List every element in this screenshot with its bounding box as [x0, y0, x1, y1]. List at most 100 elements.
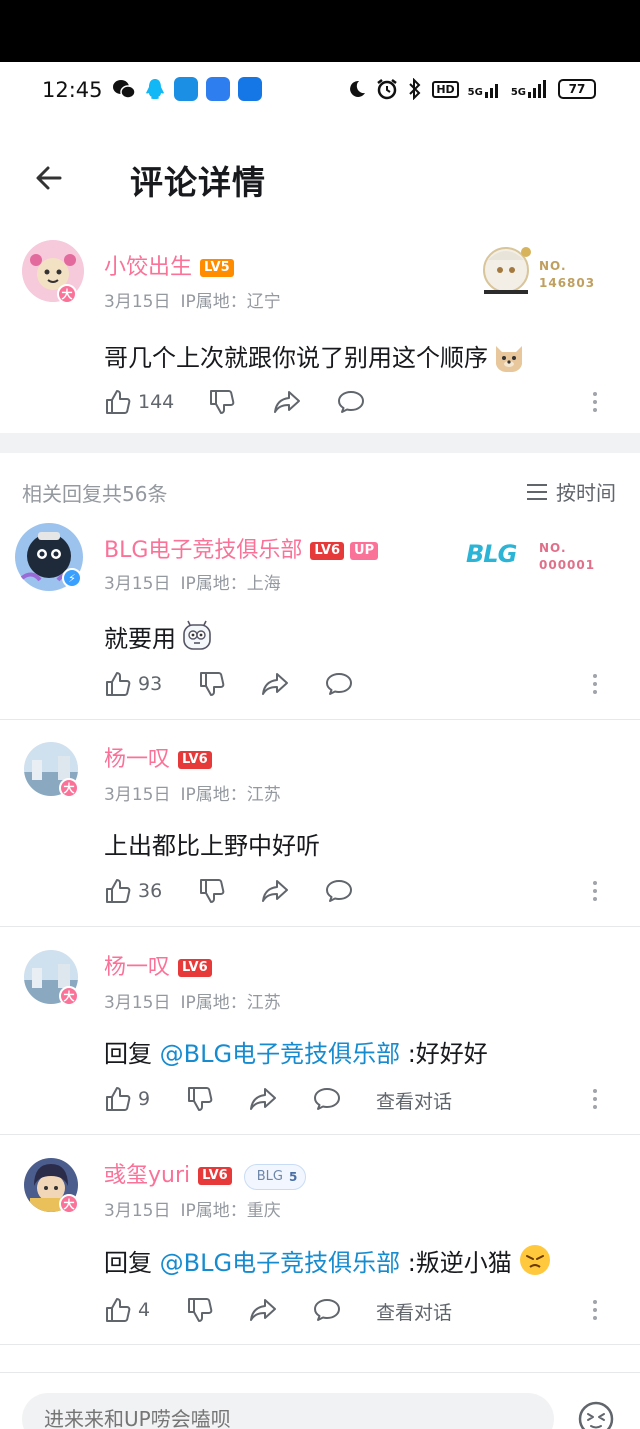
like-button[interactable]: 4 — [104, 1296, 150, 1324]
share-button[interactable] — [248, 1296, 278, 1324]
fan-medal-badge[interactable]: BLG 5 — [243, 1163, 307, 1190]
share-button[interactable] — [248, 1085, 278, 1113]
replies-header: 相关回复共56条 按时间 — [0, 474, 640, 510]
thumbs-down-icon — [200, 879, 225, 903]
moon-icon — [350, 80, 366, 97]
username[interactable]: 杨一叹 LV6 — [104, 949, 212, 981]
comment-meta: 3月15日 IP属地：上海 — [104, 574, 281, 594]
reply-button[interactable] — [312, 1296, 342, 1324]
username[interactable]: 小饺出生 LV5 — [104, 249, 234, 281]
doge-emoji-icon — [496, 346, 522, 373]
more-options-icon[interactable] — [592, 1300, 598, 1324]
vip-badge-icon: 大 — [59, 1194, 79, 1214]
share-button[interactable] — [260, 877, 290, 905]
blg-logo-decoration: BLG — [466, 540, 517, 568]
emoji-icon[interactable] — [578, 1401, 614, 1429]
page-title: 评论详情 — [130, 163, 266, 202]
hd-icon: HD — [432, 80, 459, 98]
sort-button[interactable]: 按时间 — [526, 477, 616, 506]
share-icon — [274, 391, 300, 413]
comment-meta: 3月15日 IP属地：重庆 — [104, 1201, 281, 1221]
comment-text: 哥几个上次就跟你说了别用这个顺序 — [104, 338, 526, 373]
thumbs-down-icon — [200, 672, 225, 696]
top-black-bar — [0, 0, 640, 62]
comment-actions: 93 — [104, 670, 624, 702]
level-badge: LV6 — [310, 542, 345, 560]
reply-item: 大 彧玺yuri LV6 BLG 5 3月15日 IP属地：重庆 回复 @BLG电子竞技… — [0, 1146, 640, 1342]
battery-indicator: 77 — [558, 79, 596, 99]
qq-icon — [146, 79, 164, 99]
more-options-icon[interactable] — [592, 1089, 598, 1113]
reply-divider — [0, 1344, 640, 1345]
thumbs-up-icon — [106, 672, 131, 696]
view-conversation-link[interactable]: 查看对话 — [376, 1087, 452, 1114]
like-count: 36 — [138, 880, 163, 902]
dislike-button[interactable] — [208, 388, 236, 416]
reply-item: 大 杨一叹 LV6 3月15日 IP属地：江苏 回复 @BLG电子竞技俱乐部 :好好… — [0, 938, 640, 1134]
app-icon — [238, 77, 262, 101]
comment-meta: 3月15日 IP属地：江苏 — [104, 993, 281, 1013]
comment-actions: 9 查看对话 — [104, 1085, 624, 1117]
face-emoji-icon — [183, 620, 211, 650]
chat-bubble-icon — [326, 880, 352, 902]
thumbs-down-icon — [210, 390, 235, 414]
thumbs-down-icon — [188, 1298, 213, 1322]
more-options-icon[interactable] — [592, 674, 598, 698]
like-button[interactable]: 93 — [104, 670, 162, 698]
comment-actions: 4 查看对话 — [104, 1296, 624, 1328]
comment-meta: 3月15日 IP属地：辽宁 — [104, 292, 281, 312]
level-badge: LV6 — [198, 1167, 232, 1185]
reply-button[interactable] — [312, 1085, 342, 1113]
share-button[interactable] — [272, 388, 302, 416]
chat-bubble-icon — [314, 1088, 340, 1110]
more-options-icon[interactable] — [592, 881, 598, 905]
reply-button[interactable] — [324, 877, 354, 905]
notification-icons — [112, 77, 262, 101]
bluetooth-icon — [409, 78, 421, 100]
thumbs-up-icon — [106, 1087, 131, 1111]
vip-badge-icon: 大 — [57, 284, 77, 304]
signal-5g-icon: 5G — [468, 80, 502, 98]
like-count: 93 — [138, 673, 163, 695]
username[interactable]: BLG电子竞技俱乐部 LV6 UP — [104, 532, 379, 564]
back-arrow-icon[interactable] — [30, 158, 70, 198]
signal-5g-icon: 5G — [511, 80, 549, 98]
reply-button[interactable] — [324, 670, 354, 698]
like-button[interactable]: 36 — [104, 877, 162, 905]
comment-text: 回复 @BLG电子竞技俱乐部 :叛逆小猫 — [104, 1243, 552, 1278]
alarm-icon — [377, 79, 398, 100]
username[interactable]: 彧玺yuri LV6 BLG 5 — [104, 1157, 307, 1190]
fan-number-label: NO. 000001 — [539, 541, 596, 572]
dislike-button[interactable] — [198, 877, 226, 905]
dislike-button[interactable] — [186, 1296, 214, 1324]
chat-bubble-icon — [314, 1299, 340, 1321]
comment-text: 上出都比上野中好听 — [104, 832, 320, 860]
comment-meta: 3月15日 IP属地：江苏 — [104, 785, 281, 805]
level-badge: LV6 — [178, 751, 212, 769]
thumbs-up-icon — [106, 1298, 131, 1322]
more-options-icon[interactable] — [592, 392, 598, 416]
mention-link[interactable]: @BLG电子竞技俱乐部 — [160, 1249, 400, 1277]
comment-text: 就要用 — [104, 619, 214, 654]
dislike-button[interactable] — [198, 670, 226, 698]
username[interactable]: 杨一叹 LV6 — [104, 741, 212, 773]
mention-link[interactable]: @BLG电子竞技俱乐部 — [160, 1040, 400, 1068]
comment-input[interactable] — [22, 1393, 554, 1429]
like-button[interactable]: 9 — [104, 1085, 150, 1113]
verified-lightning-icon: ⚡ — [62, 568, 82, 588]
reply-divider — [0, 1134, 640, 1135]
reply-button[interactable] — [336, 388, 366, 416]
share-icon — [262, 880, 288, 902]
vip-badge-icon: 大 — [59, 778, 79, 798]
thumbs-up-icon — [106, 879, 131, 903]
chat-bubble-icon — [326, 673, 352, 695]
view-conversation-link[interactable]: 查看对话 — [376, 1298, 452, 1325]
status-bar: 12:45 HD 5G 5G 77 — [0, 62, 640, 120]
wechat-icon — [113, 80, 136, 99]
reply-item: 大 杨一叹 LV6 3月15日 IP属地：江苏 上出都比上野中好听 36 — [0, 730, 640, 926]
like-button[interactable]: 144 — [104, 388, 174, 416]
status-right-icons: HD 5G 5G 77 — [347, 78, 596, 100]
dislike-button[interactable] — [186, 1085, 214, 1113]
share-button[interactable] — [260, 670, 290, 698]
reply-divider — [0, 926, 640, 927]
